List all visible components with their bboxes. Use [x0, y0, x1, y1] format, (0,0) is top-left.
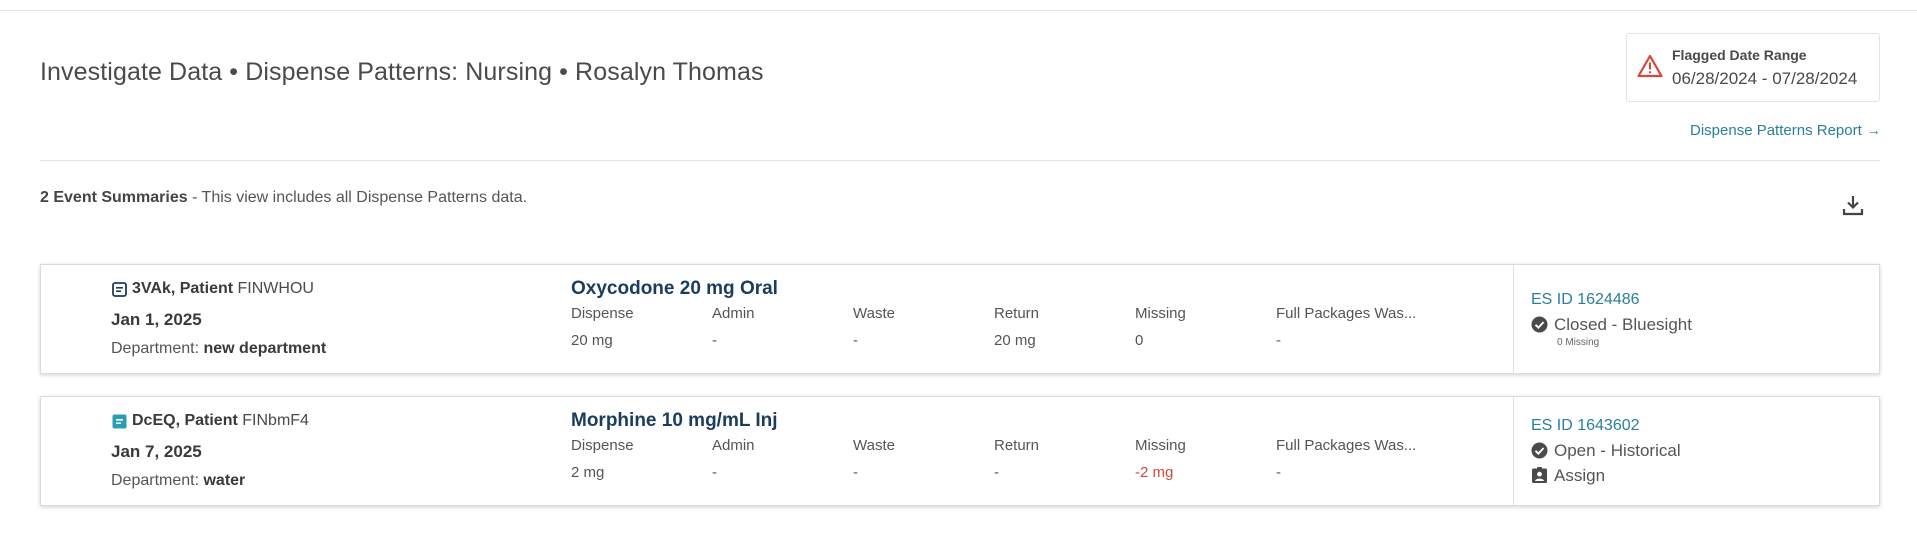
drug-name: Oxycodone 20 mg Oral: [571, 278, 778, 299]
section-divider: [40, 160, 1880, 161]
flagged-range-label: Flagged Date Range: [1672, 47, 1807, 63]
department: Department: new department: [111, 340, 326, 358]
patient-id: FINbmF4: [242, 412, 309, 429]
download-icon: [1842, 196, 1864, 216]
column-header-dispense: Dispense: [571, 437, 634, 454]
card-divider: [1513, 265, 1514, 373]
report-link-label: Dispense Patterns Report: [1690, 122, 1862, 139]
patient-id: FINWHOU: [237, 280, 314, 297]
check-circle-icon: [1531, 442, 1548, 459]
page-title: Investigate Data • Dispense Patterns: Nu…: [40, 58, 764, 86]
status: Closed - Bluesight: [1531, 315, 1692, 335]
event-summary-card[interactable]: 3VAk, Patient FINWHOU Jan 1, 2025 Depart…: [40, 264, 1880, 374]
admin-value: -: [712, 464, 717, 481]
department-label: Department:: [111, 472, 204, 489]
flagged-range-value: 06/28/2024 - 07/28/2024: [1672, 69, 1858, 88]
column-header-full-packages-wasted: Full Packages Was...: [1276, 437, 1417, 454]
event-summary-card[interactable]: DcEQ, Patient FINbmF4 Jan 7, 2025 Depart…: [40, 396, 1880, 506]
dispense-value: 20 mg: [571, 332, 613, 349]
flagged-date-range-box: Flagged Date Range 06/28/2024 - 07/28/20…: [1626, 33, 1880, 102]
column-header-dispense: Dispense: [571, 305, 634, 322]
top-divider: [0, 10, 1917, 11]
event-date: Jan 1, 2025: [111, 310, 202, 329]
admin-value: -: [712, 332, 717, 349]
dispense-value: 2 mg: [571, 464, 605, 481]
column-header-missing: Missing: [1135, 305, 1186, 322]
column-header-waste: Waste: [853, 437, 895, 454]
summary-count-label: 2 Event Summaries: [40, 189, 188, 206]
status: Open - Historical: [1531, 441, 1681, 461]
return-value: 20 mg: [994, 332, 1036, 349]
column-header-return: Return: [994, 305, 1040, 322]
department-value: water: [203, 472, 246, 489]
event-date: Jan 7, 2025: [111, 442, 202, 461]
department-label: Department:: [111, 340, 204, 357]
assign-button[interactable]: Assign: [1531, 466, 1605, 486]
missing-value: -2 mg: [1135, 464, 1174, 481]
dispense-patterns-report-link[interactable]: Dispense Patterns Report →: [1690, 122, 1881, 139]
summary-description: - This view includes all Dispense Patter…: [187, 189, 528, 206]
es-id-link[interactable]: ES ID 1643602: [1531, 417, 1640, 435]
patient-line: DcEQ, Patient FINbmF4: [111, 412, 309, 430]
card-divider: [1513, 397, 1514, 505]
column-header-full-packages-wasted: Full Packages Was...: [1276, 305, 1417, 322]
full-packages-wasted-value: -: [1276, 464, 1281, 481]
assign-label: Assign: [1554, 466, 1606, 485]
check-circle-icon: [1531, 316, 1548, 333]
column-header-waste: Waste: [853, 305, 895, 322]
arrow-right-icon: →: [1866, 122, 1881, 138]
status-label: Open - Historical: [1554, 441, 1681, 460]
warning-triangle-icon: [1637, 54, 1663, 78]
column-header-missing: Missing: [1135, 437, 1186, 454]
department: Department: water: [111, 472, 245, 490]
column-header-admin: Admin: [712, 305, 755, 322]
missing-value: 0: [1135, 332, 1144, 349]
drug-name: Morphine 10 mg/mL Inj: [571, 410, 778, 431]
download-button[interactable]: [1840, 192, 1866, 218]
es-id-link[interactable]: ES ID 1624486: [1531, 291, 1640, 309]
assign-person-icon: [1532, 467, 1547, 483]
column-header-return: Return: [994, 437, 1040, 454]
status-label: Closed - Bluesight: [1554, 315, 1692, 334]
patient-name: DcEQ, Patient: [132, 412, 238, 429]
event-summary-count: 2 Event Summaries - This view includes a…: [40, 189, 527, 207]
waste-value: -: [853, 332, 858, 349]
return-value: -: [994, 464, 999, 481]
column-header-admin: Admin: [712, 437, 755, 454]
full-packages-wasted-value: -: [1276, 332, 1281, 349]
department-value: new department: [203, 340, 327, 357]
patient-line: 3VAk, Patient FINWHOU: [111, 280, 314, 298]
waste-value: -: [853, 464, 858, 481]
missing-count-note: 0 Missing: [1557, 337, 1600, 348]
patient-name: 3VAk, Patient: [132, 280, 234, 297]
